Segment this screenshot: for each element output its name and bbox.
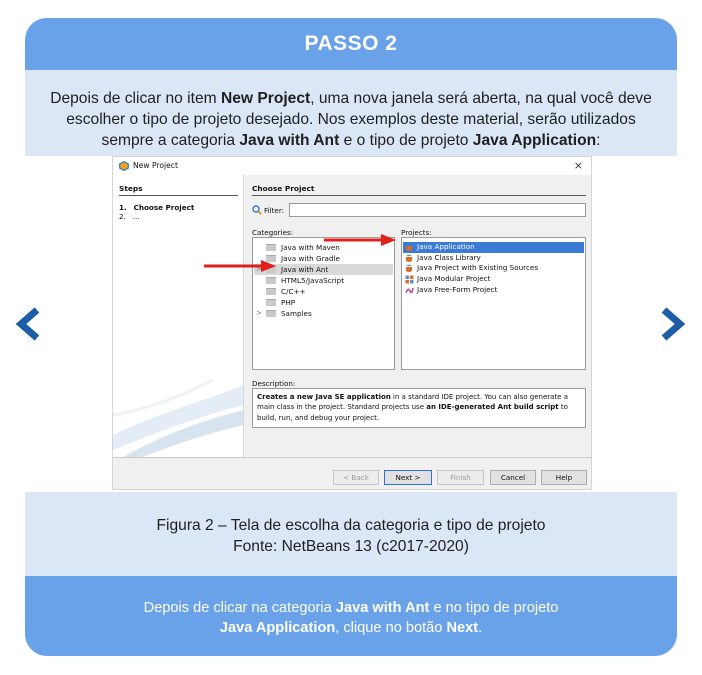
description-bold: Creates a new Java SE application [257,393,391,401]
steps-panel: Steps 1. Choose Project 2. ... [113,175,244,457]
choose-project-divider [252,195,586,196]
filter-label: Filter: [264,206,285,215]
step-number: 2. [119,212,126,221]
decorative-swoosh-graphic [113,378,243,457]
folder-icon [266,288,276,295]
footer-bold-next: Next [446,620,479,636]
projects-list: Java Application Java Class Library Java… [401,237,586,370]
project-java-existing-sources[interactable]: Java Project with Existing Sources [403,263,584,274]
intro-text: Depois de clicar no item New Project, um… [25,70,677,156]
folder-icon [266,277,276,284]
cancel-button[interactable]: Cancel [490,470,536,485]
category-c-cpp[interactable]: C/C++ [254,286,393,297]
footer-text-part: e no tipo de projeto [429,600,559,616]
folder-icon [266,299,276,306]
intro-text-part: : [596,132,601,149]
project-label: Java Modular Project [417,274,491,284]
intro-bold-java-application: Java Application [472,132,597,149]
choose-project-header: Choose Project [252,184,315,193]
next-arrow-icon[interactable] [660,307,686,341]
folder-icon [266,244,276,251]
step-header: PASSO 2 [25,18,677,70]
project-label: Java Class Library [417,252,481,262]
coffee-cup-icon [406,243,412,251]
coffee-cup-icon [406,265,412,273]
project-java-free-form[interactable]: Java Free-Form Project [403,285,584,296]
project-label: Java Application [417,242,475,251]
category-label: Java with Ant [281,265,329,274]
figure-caption: Figura 2 – Tela de escolha da categoria … [25,492,677,576]
category-label: C/C++ [281,287,306,296]
project-label: Java Free-Form Project [417,284,498,294]
footer-instruction: Depois de clicar na categoria Java with … [25,576,677,656]
project-java-application[interactable]: Java Application [403,242,584,253]
expand-chevron-icon[interactable]: > [256,308,263,319]
caption-source: Fonte: NetBeans 13 (c2017-2020) [233,538,469,555]
button-bar-divider [113,457,591,458]
close-icon[interactable]: × [574,159,583,172]
category-label: HTML5/JavaScript [281,276,345,285]
caption-title: Figura 2 – Tela de escolha da categoria … [156,517,546,534]
help-button[interactable]: Help [541,470,587,485]
category-label: Samples [281,309,312,318]
categories-label: Categories: [252,228,294,237]
coffee-cup-icon [406,254,412,262]
dialog-title: New Project [133,161,178,170]
category-label: PHP [281,298,296,307]
footer-line-1: Depois de clicar na categoria Java with … [25,598,677,618]
intro-bold-new-project: New Project [220,90,311,107]
intro-text-part: Depois de clicar no item [50,90,221,107]
modules-icon [405,275,414,284]
projects-label: Projects: [401,228,432,237]
category-html5-javascript[interactable]: HTML5/JavaScript [254,275,393,286]
category-samples[interactable]: > Samples [254,308,393,319]
step-title: PASSO 2 [304,32,398,55]
finish-button[interactable]: Finish [437,470,484,485]
search-icon [252,205,262,215]
project-label: Java Project with Existing Sources [417,263,539,273]
back-button[interactable]: < Back [333,470,379,485]
dialog-titlebar: New Project × [113,157,591,175]
category-label: Java with Gradle [281,254,340,263]
netbeans-logo-icon [119,161,129,171]
step-label: Choose Project [133,203,195,212]
description-label: Description: [252,379,296,388]
project-java-class-library[interactable]: Java Class Library [403,253,584,264]
intro-text-part: e o tipo de projeto [339,132,473,149]
categories-list: Java with Maven Java with Gradle > Java … [252,237,395,370]
filter-input[interactable] [289,203,586,217]
next-button[interactable]: Next > [384,470,432,485]
footer-text-part: . [478,620,483,636]
footer-line-2: Java Application, clique no botão Next. [25,618,677,638]
footer-bold-java-with-ant: Java with Ant [335,600,430,616]
new-project-dialog: New Project × Steps 1. Choose Project 2.… [112,156,592,490]
category-php[interactable]: PHP [254,297,393,308]
folder-icon [266,310,276,317]
step-label: ... [132,212,140,221]
footer-text-part: Depois de clicar na categoria [143,600,336,616]
steps-divider [119,195,238,196]
description-bold: an IDE-generated Ant build script [426,403,559,412]
footer-bold-java-application: Java Application [219,620,336,636]
previous-arrow-icon[interactable] [15,307,41,341]
project-java-modular[interactable]: Java Modular Project [403,274,584,285]
steps-header: Steps [119,184,143,193]
step-number: 1. [119,203,127,212]
red-arrow-to-java-application [324,234,396,246]
footer-text-part: , clique no botão [335,620,447,636]
step-item: 1. Choose Project [119,203,194,212]
free-form-icon [405,287,414,294]
red-arrow-to-java-with-ant [204,260,276,272]
description-box: Creates a new Java SE application in a s… [252,388,586,428]
intro-bold-java-with-ant: Java with Ant [239,132,340,149]
step-item: 2. ... [119,212,140,221]
